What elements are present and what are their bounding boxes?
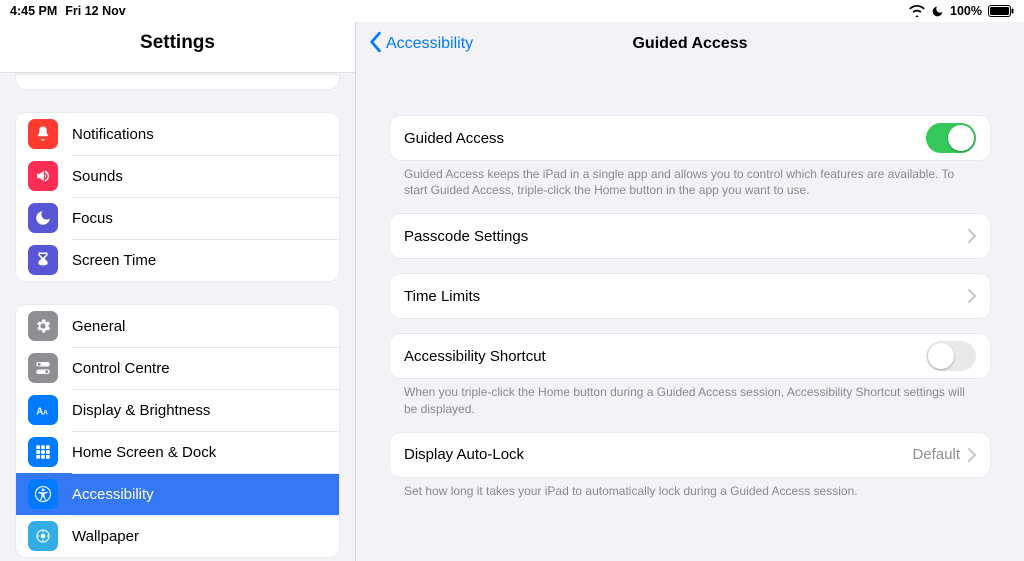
speaker-icon (28, 161, 58, 191)
back-label: Accessibility (386, 35, 473, 53)
sidebar-group-2: General Control Centre AA Display & Brig… (16, 305, 339, 557)
chevron-left-icon (366, 31, 384, 58)
sidebar-item-wallpaper[interactable]: Wallpaper (16, 515, 339, 557)
passcode-settings-row[interactable]: Passcode Settings (390, 214, 990, 258)
back-button[interactable]: Accessibility (356, 31, 473, 58)
sidebar-item-label: Home Screen & Dock (72, 444, 216, 461)
sidebar-title: Settings (0, 22, 355, 73)
passcode-label: Passcode Settings (404, 228, 968, 245)
display-autolock-group: Display Auto-Lock Default Set how long i… (390, 433, 990, 499)
sidebar-item-label: Focus (72, 210, 113, 227)
guided-access-row: Guided Access (390, 116, 990, 160)
sidebar-item-display-brightness[interactable]: AA Display & Brightness (16, 389, 339, 431)
battery-icon (988, 5, 1014, 17)
sidebar-item-notifications[interactable]: Notifications (16, 113, 339, 155)
sidebar-item-accessibility[interactable]: Accessibility (16, 473, 339, 515)
accessibility-shortcut-desc: When you triple-click the Home button du… (390, 378, 990, 416)
text-size-icon: AA (28, 395, 58, 425)
sidebar-item-label: Notifications (72, 126, 154, 143)
sidebar-item-label: Screen Time (72, 252, 156, 269)
moon-icon (28, 203, 58, 233)
accessibility-shortcut-row: Accessibility Shortcut (390, 334, 990, 378)
svg-text:A: A (36, 407, 43, 418)
wifi-icon (909, 5, 925, 17)
sidebar-group-1: Notifications Sounds Focus (16, 113, 339, 281)
sidebar-item-sounds[interactable]: Sounds (16, 155, 339, 197)
display-autolock-desc: Set how long it takes your iPad to autom… (390, 477, 990, 499)
detail-pane: Accessibility Guided Access Guided Acces… (356, 22, 1024, 561)
hourglass-icon (28, 245, 58, 275)
guided-access-label: Guided Access (404, 130, 926, 147)
battery-percent: 100% (950, 4, 982, 18)
sidebar-item-home-screen[interactable]: Home Screen & Dock (16, 431, 339, 473)
display-autolock-row[interactable]: Display Auto-Lock Default (390, 433, 990, 477)
sidebar-item-label: Accessibility (72, 486, 154, 503)
toggles-icon (28, 353, 58, 383)
sidebar-item-label: Display & Brightness (72, 402, 210, 419)
bell-icon (28, 119, 58, 149)
accessibility-shortcut-toggle[interactable] (926, 341, 976, 371)
status-bar: 4:45 PM Fri 12 Nov 100% (0, 0, 1024, 22)
time-limits-label: Time Limits (404, 288, 968, 305)
sidebar-item-label: Wallpaper (72, 528, 139, 545)
do-not-disturb-icon (931, 5, 944, 18)
chevron-right-icon (968, 448, 976, 462)
grid-icon (28, 437, 58, 467)
prev-group-tail (16, 75, 339, 89)
chevron-right-icon (968, 229, 976, 243)
guided-access-group: Guided Access Guided Access keeps the iP… (390, 116, 990, 198)
sidebar-item-general[interactable]: General (16, 305, 339, 347)
accessibility-shortcut-label: Accessibility Shortcut (404, 348, 926, 365)
accessibility-icon (28, 479, 58, 509)
sidebar-item-label: General (72, 318, 125, 335)
status-date: Fri 12 Nov (65, 4, 125, 18)
time-limits-row[interactable]: Time Limits (390, 274, 990, 318)
guided-access-desc: Guided Access keeps the iPad in a single… (390, 160, 990, 198)
guided-access-toggle[interactable] (926, 123, 976, 153)
settings-sidebar: Settings Notifications Sounds (0, 22, 356, 561)
accessibility-shortcut-group: Accessibility Shortcut When you triple-c… (390, 334, 990, 416)
chevron-right-icon (968, 289, 976, 303)
passcode-group: Passcode Settings (390, 214, 990, 258)
svg-text:A: A (43, 410, 48, 417)
detail-header: Accessibility Guided Access (356, 22, 1024, 66)
time-limits-group: Time Limits (390, 274, 990, 318)
sidebar-item-control-centre[interactable]: Control Centre (16, 347, 339, 389)
gear-icon (28, 311, 58, 341)
sidebar-item-screen-time[interactable]: Screen Time (16, 239, 339, 281)
display-autolock-label: Display Auto-Lock (404, 446, 912, 463)
status-time: 4:45 PM (10, 4, 57, 18)
wallpaper-icon (28, 521, 58, 551)
sidebar-item-label: Sounds (72, 168, 123, 185)
sidebar-item-focus[interactable]: Focus (16, 197, 339, 239)
display-autolock-value: Default (912, 446, 960, 463)
sidebar-item-label: Control Centre (72, 360, 170, 377)
